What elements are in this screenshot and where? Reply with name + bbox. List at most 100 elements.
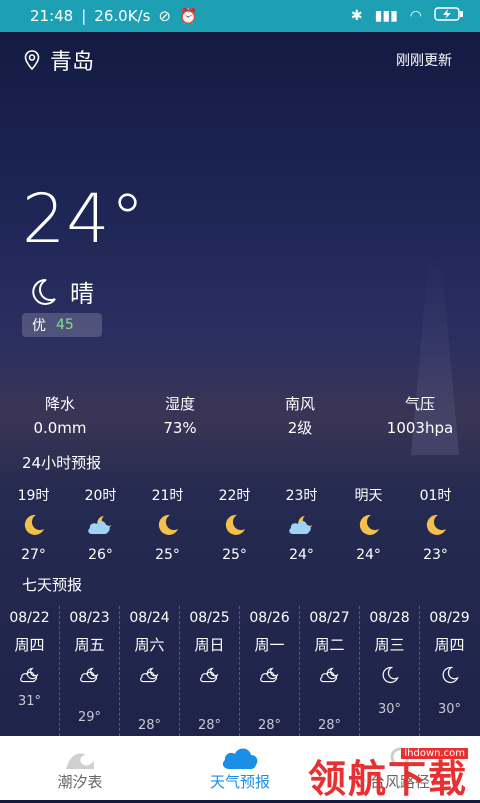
hour-time: 明天 <box>354 488 383 504</box>
cloud-moon-icon <box>67 508 134 542</box>
stat-pressure: 气压 1003hpa <box>386 395 454 437</box>
day-date: 08/23 <box>69 610 110 626</box>
hour-time: 21时 <box>151 488 184 504</box>
moon-icon <box>134 508 201 542</box>
day-weekday: 周六 <box>134 636 165 654</box>
alarm-icon: ⏰ <box>178 7 198 25</box>
status-bar: 21:48 | 26.0K/s ⊘ ⏰ ✱ ▮▮▮ ◠ <box>0 0 480 32</box>
day-weekday: 周二 <box>314 636 345 654</box>
hour-temp: 25° <box>222 547 247 563</box>
update-status: 刚刚更新 <box>396 53 452 69</box>
wave-icon <box>66 753 94 769</box>
day-date: 08/27 <box>309 610 350 626</box>
moon-icon <box>201 508 268 542</box>
day-high-temp: 31° <box>17 694 42 709</box>
hour-time: 20时 <box>84 488 117 504</box>
daily-forecast[interactable]: 08/22 周四 31° 08/23 周五 29° 08/24 周六 28° 08/25 周日 28°… <box>0 606 480 736</box>
moon-icon <box>32 278 56 305</box>
current-condition: 晴 <box>26 274 94 309</box>
weather-stats: 降水 0.0mm 湿度 73% 南风 2级 气压 1003hpa <box>0 392 480 440</box>
tab-weather[interactable]: 天气预报 <box>160 736 320 800</box>
day-weekday: 周三 <box>374 636 405 654</box>
day-weekday: 周四 <box>14 636 45 654</box>
moon-icon <box>402 508 469 542</box>
aqi-badge[interactable]: 优 45 <box>22 313 102 337</box>
stat-humidity: 湿度 73% <box>163 395 197 437</box>
hour-time: 22时 <box>218 488 251 504</box>
day-high-temp: 30° <box>437 702 462 717</box>
cloud-moon-icon <box>268 508 335 542</box>
day-high-temp: 28° <box>257 718 282 733</box>
cloud-moon-icon <box>60 660 119 690</box>
cloud-moon-icon <box>120 660 179 690</box>
stat-wind: 南风 2级 <box>284 395 315 437</box>
hour-temp: 26° <box>88 547 113 563</box>
current-temperature: 24° <box>22 180 146 259</box>
hourly-item: 01时 23° <box>402 484 469 570</box>
aqi-label: 优 <box>32 318 46 334</box>
moon-icon <box>335 508 402 542</box>
moon-icon <box>0 508 67 542</box>
hourly-forecast-title: 24小时预报 <box>22 454 102 472</box>
hourly-item: 19时 27° <box>0 484 67 570</box>
cloud-moon-icon <box>240 660 299 690</box>
wifi-icon: ◠ <box>409 8 422 24</box>
watermark-url: lhdown.com <box>401 748 468 759</box>
cloud-moon-icon <box>0 660 59 690</box>
daily-item: 08/29 周四 30° <box>419 606 479 736</box>
daily-item: 08/28 周三 30° <box>359 606 419 736</box>
hour-time: 01时 <box>419 488 452 504</box>
day-date: 08/25 <box>189 610 230 626</box>
moon-icon <box>420 660 479 690</box>
location-pin-icon <box>24 50 40 70</box>
daily-item: 08/22 周四 31° <box>0 606 59 736</box>
day-high-temp: 28° <box>137 718 162 733</box>
condition-text: 晴 <box>70 280 94 308</box>
day-high-temp: 29° <box>77 710 102 725</box>
hour-temp: 24° <box>289 547 314 563</box>
day-date: 08/28 <box>369 610 410 626</box>
hourly-item: 20时 26° <box>67 484 134 570</box>
day-high-temp: 28° <box>197 718 222 733</box>
stat-precipitation: 降水 0.0mm <box>33 395 87 437</box>
signal-icon: ▮▮▮ <box>374 8 398 24</box>
daily-item: 08/27 周二 28° <box>299 606 359 736</box>
cloud-moon-icon <box>180 660 239 690</box>
location-button[interactable]: 青岛 <box>24 44 94 76</box>
day-weekday: 周日 <box>194 636 225 654</box>
day-date: 08/22 <box>9 610 50 626</box>
moon-icon <box>360 660 419 690</box>
cloud-moon-icon <box>300 660 359 690</box>
notification-icon: ⊘ <box>158 7 171 25</box>
tab-tide[interactable]: 潮汐表 <box>0 736 160 800</box>
network-speed: 26.0K/s <box>94 7 151 25</box>
city-name: 青岛 <box>50 50 95 75</box>
daily-item: 08/26 周一 28° <box>239 606 299 736</box>
day-date: 08/26 <box>249 610 290 626</box>
hour-time: 23时 <box>285 488 318 504</box>
daily-item: 08/23 周五 29° <box>59 606 119 736</box>
hour-temp: 23° <box>423 547 448 563</box>
hourly-item: 21时 25° <box>134 484 201 570</box>
day-high-temp: 28° <box>317 718 342 733</box>
daily-item: 08/24 周六 28° <box>119 606 179 736</box>
daily-item: 08/25 周日 28° <box>179 606 239 736</box>
day-weekday: 周一 <box>254 636 285 654</box>
bluetooth-icon: ✱ <box>350 8 363 24</box>
daily-forecast-title: 七天预报 <box>22 576 83 594</box>
day-weekday: 周五 <box>74 636 105 654</box>
day-high-temp: 30° <box>377 702 402 717</box>
hourly-item: 23时 24° <box>268 484 335 570</box>
aqi-value: 45 <box>56 317 74 333</box>
day-weekday: 周四 <box>434 636 465 654</box>
hourly-item: 22时 25° <box>201 484 268 570</box>
hourly-forecast[interactable]: 19时 27° 20时 26° 21时 25° 22时 25° 23时 24° 明天 24° 01时 23… <box>0 484 480 570</box>
hourly-item: 明天 24° <box>335 484 402 570</box>
hour-temp: 24° <box>356 547 381 563</box>
status-time: 21:48 <box>30 7 74 25</box>
day-date: 08/29 <box>429 610 470 626</box>
day-date: 08/24 <box>129 610 170 626</box>
hour-temp: 25° <box>155 547 180 563</box>
battery-charging-icon <box>434 7 464 25</box>
hour-temp: 27° <box>21 547 46 563</box>
